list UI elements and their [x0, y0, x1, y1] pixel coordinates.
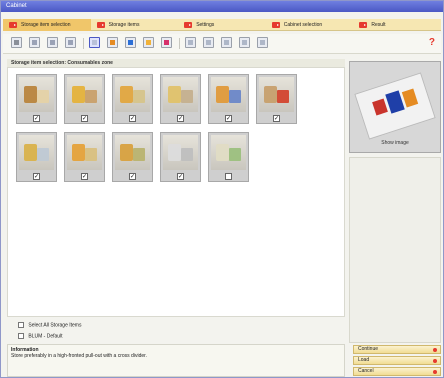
information-text: Store preferably in a high-fronted pull-… [11, 353, 147, 359]
item-checkbox[interactable]: ✓ [81, 173, 88, 180]
arrow-right-icon [359, 22, 368, 28]
item-image [211, 135, 246, 170]
kitchen-icon[interactable] [161, 37, 172, 48]
title-bar: Cabinet [1, 1, 443, 12]
information-box: Information Store preferably in a high-f… [7, 344, 345, 377]
item-image [115, 77, 150, 112]
cancel-button[interactable]: Cancel [353, 367, 441, 376]
blum-default-checkbox[interactable] [18, 333, 24, 339]
item-checkbox[interactable]: ✓ [33, 115, 40, 122]
item-checkbox[interactable]: ✓ [129, 115, 136, 122]
item-image [163, 135, 198, 170]
item-checkbox[interactable]: ✓ [177, 173, 184, 180]
storage-item[interactable]: ✓ [112, 74, 153, 124]
item-checkbox[interactable]: ✓ [177, 115, 184, 122]
item-image [115, 135, 150, 170]
app-window: Cabinet Storage item selection Storage i… [0, 0, 444, 378]
arrow-right-icon [96, 22, 105, 28]
side-panel [349, 157, 441, 343]
preview-image: Show image [349, 61, 441, 153]
item-checkbox[interactable]: ✓ [273, 115, 280, 122]
item-image [211, 77, 246, 112]
storage-item[interactable]: ✓ [16, 132, 57, 182]
load-button[interactable]: Load [353, 356, 441, 365]
tab-cabinet-selection[interactable]: Cabinet selection [266, 19, 354, 31]
help-icon[interactable]: ? [429, 37, 435, 48]
layout-icon[interactable] [221, 37, 232, 48]
tab-bar: Storage item selection Storage items Set… [3, 19, 441, 31]
select-all-checkbox[interactable] [18, 322, 24, 328]
storage-item[interactable]: ✓ [208, 74, 249, 124]
view-icon[interactable] [65, 37, 76, 48]
tab-label: Settings [196, 22, 215, 28]
toolbar: ? [3, 34, 441, 54]
section-title: Storage item selection: Consumables zone [7, 59, 345, 67]
tab-settings[interactable]: Settings [178, 19, 266, 31]
select-all-label: Select All Storage Items [28, 322, 82, 329]
cancel-label: Cancel [358, 368, 374, 374]
item-checkbox[interactable]: ✓ [225, 115, 232, 122]
arrow-right-icon [184, 22, 193, 28]
section-title-text: Storage item selection: Consumables zone [11, 60, 113, 66]
tab-label: Storage items [108, 22, 140, 28]
arrow-right-icon [9, 22, 17, 28]
item-checkbox[interactable]: ✓ [81, 115, 88, 122]
layout-icon[interactable] [257, 37, 268, 48]
storage-item[interactable]: ✓ [256, 74, 297, 124]
toolbar-divider [179, 38, 180, 49]
tab-label: Cabinet selection [283, 22, 323, 28]
arrow-right-icon [433, 348, 437, 352]
kitchen-icon[interactable] [89, 37, 100, 48]
tab-storage-item-selection[interactable]: Storage item selection [3, 19, 91, 31]
toolbar-divider [83, 38, 84, 49]
item-checkbox[interactable]: ✓ [33, 173, 40, 180]
tab-label: Storage item selection [21, 22, 71, 28]
item-image [67, 135, 102, 170]
tab-storage-items[interactable]: Storage items [91, 19, 179, 31]
window-title: Cabinet [6, 3, 27, 9]
item-image [67, 77, 102, 112]
continue-button[interactable]: Continue [353, 345, 441, 354]
print-icon[interactable] [11, 37, 22, 48]
continue-label: Continue [358, 346, 379, 352]
item-image [19, 135, 54, 170]
storage-item[interactable] [208, 132, 249, 182]
item-image [163, 77, 198, 112]
storage-item[interactable]: ✓ [16, 74, 57, 124]
tab-label: Result [371, 22, 386, 28]
view-icon[interactable] [29, 37, 40, 48]
arrow-right-icon [271, 22, 280, 28]
layout-icon[interactable] [239, 37, 250, 48]
storage-item[interactable]: ✓ [64, 74, 105, 124]
item-image [19, 77, 54, 112]
storage-item[interactable]: ✓ [64, 132, 105, 182]
storage-item-grid: ✓ ✓ ✓ ✓ ✓ ✓ ✓ ✓ ✓ ✓ Select All Storage I… [7, 67, 345, 339]
load-label: Load [358, 357, 370, 363]
storage-item[interactable]: ✓ [160, 74, 201, 124]
tab-result[interactable]: Result [353, 19, 441, 31]
layout-icon[interactable] [203, 37, 214, 48]
close-icon [433, 370, 437, 374]
select-all-option[interactable]: Select All Storage Items [18, 322, 81, 329]
kitchen-icon[interactable] [143, 37, 154, 48]
view-icon[interactable] [47, 37, 58, 48]
storage-item[interactable]: ✓ [160, 132, 201, 182]
preview-caption[interactable]: Show image [350, 140, 440, 146]
arrow-right-icon [433, 359, 437, 363]
layout-icon[interactable] [185, 37, 196, 48]
item-image [259, 77, 294, 112]
item-checkbox[interactable] [225, 173, 232, 180]
kitchen-icon[interactable] [125, 37, 136, 48]
blum-default-option[interactable]: BLUM - Default [18, 333, 63, 340]
item-checkbox[interactable]: ✓ [129, 173, 136, 180]
blum-default-label: BLUM - Default [28, 333, 63, 340]
kitchen-icon[interactable] [107, 37, 118, 48]
storage-item[interactable]: ✓ [112, 132, 153, 182]
